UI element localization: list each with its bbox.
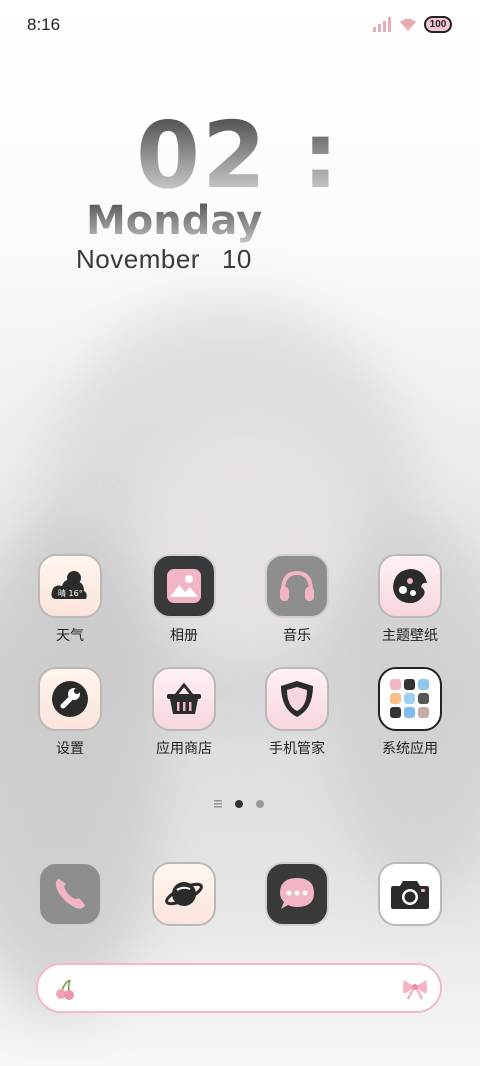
browser-planet-icon: [165, 882, 203, 906]
headphones-icon: [280, 570, 314, 601]
phone-tile[interactable]: [38, 862, 102, 926]
weather-tile[interactable]: 晴 16°: [38, 554, 102, 618]
status-bar: 8:16 100: [0, 0, 480, 52]
wifi-icon: [400, 18, 416, 31]
camera-tile[interactable]: [378, 862, 442, 926]
app-label: 相册: [170, 628, 198, 644]
date-label: November 10: [76, 244, 252, 275]
store-tile[interactable]: [152, 667, 216, 731]
messages-tile[interactable]: [265, 862, 329, 926]
app-phone-manager[interactable]: 手机管家: [249, 667, 345, 758]
dock-phone[interactable]: [22, 862, 118, 926]
app-folder-system[interactable]: 系统应用: [362, 667, 458, 758]
lockscreen-clock[interactable]: 02 : 36: [136, 108, 416, 300]
gallery-tile[interactable]: [152, 554, 216, 618]
dock-messages[interactable]: [249, 862, 345, 926]
folder-icon: [390, 679, 429, 718]
messages-icon: [280, 878, 314, 909]
gallery-icon: [167, 569, 201, 603]
bow-icon[interactable]: [402, 978, 428, 1000]
app-theme[interactable]: 主题壁纸: [362, 554, 458, 645]
dock-browser[interactable]: [136, 862, 232, 926]
camera-icon: [391, 881, 429, 909]
day-of-month: 10: [221, 244, 252, 274]
status-time: 8:16: [27, 15, 61, 34]
app-label: 主题壁纸: [382, 628, 438, 644]
page-indicator[interactable]: [212, 797, 272, 809]
month-label: November: [76, 244, 200, 274]
page-dots: [214, 800, 264, 808]
wrench-settings-icon: [52, 681, 88, 717]
app-label: 手机管家: [269, 741, 325, 757]
music-tile[interactable]: [265, 554, 329, 618]
shield-icon: [281, 681, 313, 717]
app-label: 应用商店: [156, 741, 212, 757]
phone-icon: [55, 879, 85, 909]
weather-cloud-icon: 晴 16°: [51, 571, 87, 599]
dock-camera[interactable]: [362, 862, 458, 926]
app-settings[interactable]: 设置: [22, 667, 118, 758]
theme-tile[interactable]: [378, 554, 442, 618]
cellular-signal-icon: [373, 17, 391, 32]
battery-icon: 100: [424, 16, 452, 33]
app-store[interactable]: 应用商店: [136, 667, 232, 758]
app-label: 系统应用: [382, 741, 438, 757]
cherry-icon: [56, 979, 74, 1000]
search-bar[interactable]: [36, 963, 442, 1013]
weather-badge: 晴 16°: [58, 588, 83, 598]
cookie-theme-icon: [393, 569, 427, 604]
app-label: 音乐: [283, 628, 311, 644]
weekday-label: Monday: [86, 198, 263, 244]
app-label: 天气: [56, 628, 84, 644]
browser-tile[interactable]: [152, 862, 216, 926]
shopping-basket-icon: [167, 682, 201, 714]
app-music[interactable]: 音乐: [249, 554, 345, 645]
settings-tile[interactable]: [38, 667, 102, 731]
search-input[interactable]: [94, 977, 398, 1001]
app-label: 设置: [56, 741, 84, 757]
app-gallery[interactable]: 相册: [136, 554, 232, 645]
folder-tile[interactable]: [378, 667, 442, 731]
phone-manager-tile[interactable]: [265, 667, 329, 731]
app-weather[interactable]: 晴 16° 天气: [22, 554, 118, 645]
